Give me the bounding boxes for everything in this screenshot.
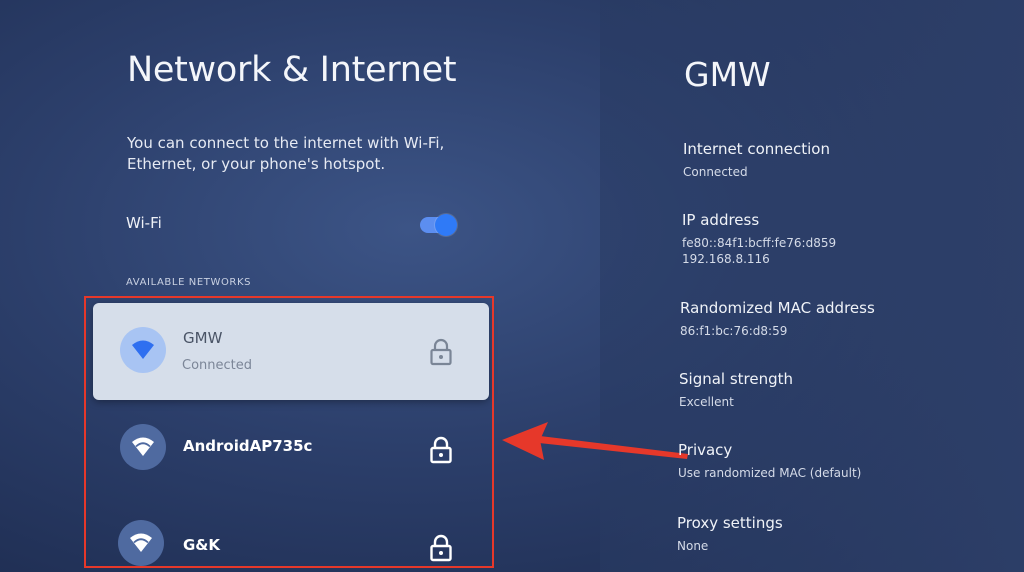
detail-label: Signal strength <box>679 370 794 388</box>
detail-label: Proxy settings <box>677 514 783 532</box>
detail-label: Privacy <box>678 441 733 459</box>
wifi-toggle-row[interactable]: Wi-Fi <box>126 210 458 240</box>
wifi-toggle[interactable] <box>420 214 457 236</box>
detail-value: Excellent <box>679 395 734 409</box>
red-arrow-annotation <box>502 422 688 460</box>
detail-value: Use randomized MAC (default) <box>678 466 862 480</box>
details-title: GMW <box>684 55 771 94</box>
available-networks-header: AVAILABLE NETWORKS <box>126 277 252 288</box>
detail-label: Internet connection <box>683 140 830 158</box>
detail-label: IP address <box>682 211 760 229</box>
detail-proxy-settings[interactable]: Proxy settings None <box>677 514 783 554</box>
detail-label: Randomized MAC address <box>680 299 875 317</box>
wifi-label: Wi-Fi <box>126 214 162 232</box>
detail-signal-strength[interactable]: Signal strength Excellent <box>679 370 793 410</box>
network-details-panel <box>600 0 1024 572</box>
detail-value: None <box>677 539 709 553</box>
detail-value: Connected <box>683 165 748 179</box>
detail-internet-connection[interactable]: Internet connection Connected <box>683 140 830 180</box>
detail-randomized-mac[interactable]: Randomized MAC address 86:f1:bc:76:d8:59 <box>680 299 875 339</box>
detail-ip-address[interactable]: IP address fe80::84f1:bcff:fe76:d859 192… <box>682 211 836 267</box>
detail-privacy[interactable]: Privacy Use randomized MAC (default) <box>678 441 861 481</box>
toggle-knob <box>435 214 457 236</box>
detail-value-secondary: 192.168.8.116 <box>682 252 770 266</box>
detail-value: fe80::84f1:bcff:fe76:d859 <box>682 236 837 250</box>
page-description: You can connect to the internet with Wi-… <box>127 134 445 173</box>
detail-value: 86:f1:bc:76:d8:59 <box>680 324 788 338</box>
page-title: Network & Internet <box>127 50 457 90</box>
highlight-box <box>84 296 494 568</box>
